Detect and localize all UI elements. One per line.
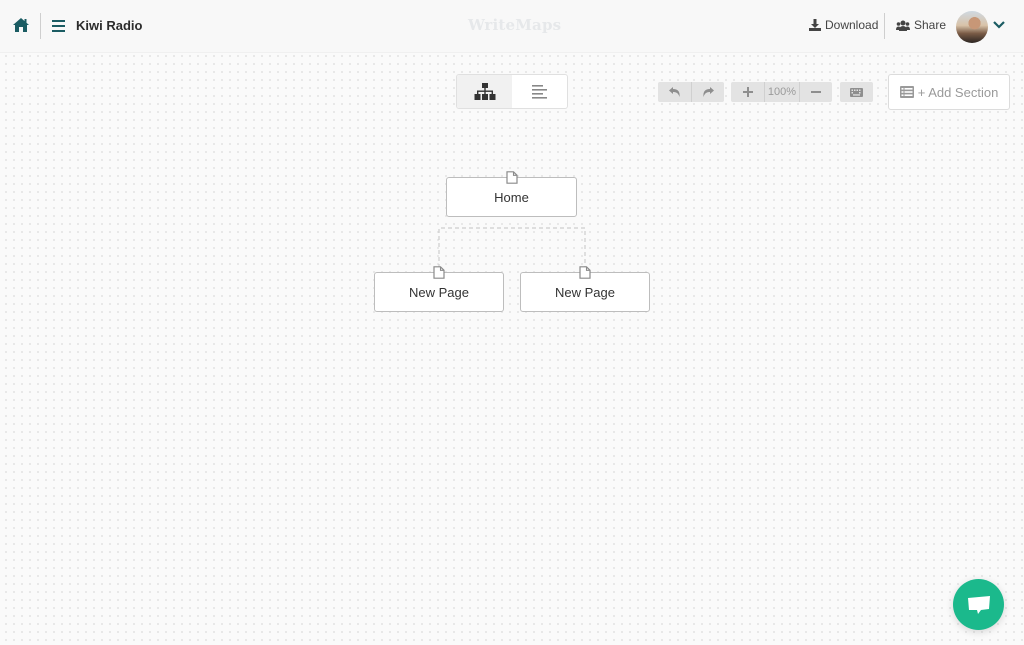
node-label: Home xyxy=(494,189,529,205)
sitemap-view-button[interactable] xyxy=(457,75,512,108)
minus-icon xyxy=(811,91,821,93)
section-list-icon xyxy=(899,86,914,98)
sitemap-node-child[interactable]: New Page xyxy=(520,266,650,312)
users-icon xyxy=(896,20,910,31)
align-left-icon xyxy=(531,84,547,99)
sitemap-node-home[interactable]: Home xyxy=(446,171,577,217)
zoom-in-button[interactable] xyxy=(731,82,764,102)
brand-logo: WriteMaps xyxy=(468,16,562,34)
view-mode-toggle xyxy=(456,74,568,109)
chat-bubble-icon xyxy=(967,595,990,614)
node-label: New Page xyxy=(555,284,615,300)
plus-icon xyxy=(742,87,753,97)
connector-line xyxy=(438,227,586,268)
sitemap-icon xyxy=(474,82,495,100)
redo-icon xyxy=(703,87,714,97)
redo-button[interactable] xyxy=(691,82,724,102)
download-button[interactable]: Download xyxy=(809,18,878,32)
share-button[interactable]: Share xyxy=(896,18,946,32)
top-bar: Kiwi Radio WriteMaps Download Share xyxy=(0,0,1024,53)
keyboard-shortcuts-group xyxy=(840,82,873,102)
project-title[interactable]: Kiwi Radio xyxy=(76,18,142,33)
share-label: Share xyxy=(914,18,947,32)
undo-button[interactable] xyxy=(658,82,691,102)
user-avatar[interactable] xyxy=(956,11,988,43)
add-section-label: + Add Section xyxy=(917,84,999,100)
undo-icon xyxy=(668,87,680,97)
download-label: Download xyxy=(825,18,879,32)
page-icon xyxy=(505,171,518,184)
header-divider xyxy=(40,13,41,39)
chat-support-button[interactable] xyxy=(953,579,1004,630)
page-icon xyxy=(579,266,591,279)
zoom-level: 100% xyxy=(764,82,799,102)
hamburger-menu-icon[interactable] xyxy=(52,20,65,32)
zoom-controls: 100% xyxy=(731,82,832,102)
sitemap-node-child[interactable]: New Page xyxy=(374,266,504,312)
home-icon[interactable] xyxy=(12,17,30,33)
add-section-button[interactable]: + Add Section xyxy=(888,74,1010,110)
chevron-down-icon[interactable] xyxy=(993,21,1005,29)
history-controls xyxy=(658,82,724,102)
outline-view-button[interactable] xyxy=(512,75,567,108)
node-label: New Page xyxy=(409,284,469,300)
download-icon xyxy=(809,19,821,31)
zoom-out-button[interactable] xyxy=(799,82,832,102)
page-icon xyxy=(433,266,445,279)
keyboard-shortcuts-button[interactable] xyxy=(840,82,873,102)
header-divider xyxy=(884,13,885,39)
keyboard-icon xyxy=(850,87,863,97)
